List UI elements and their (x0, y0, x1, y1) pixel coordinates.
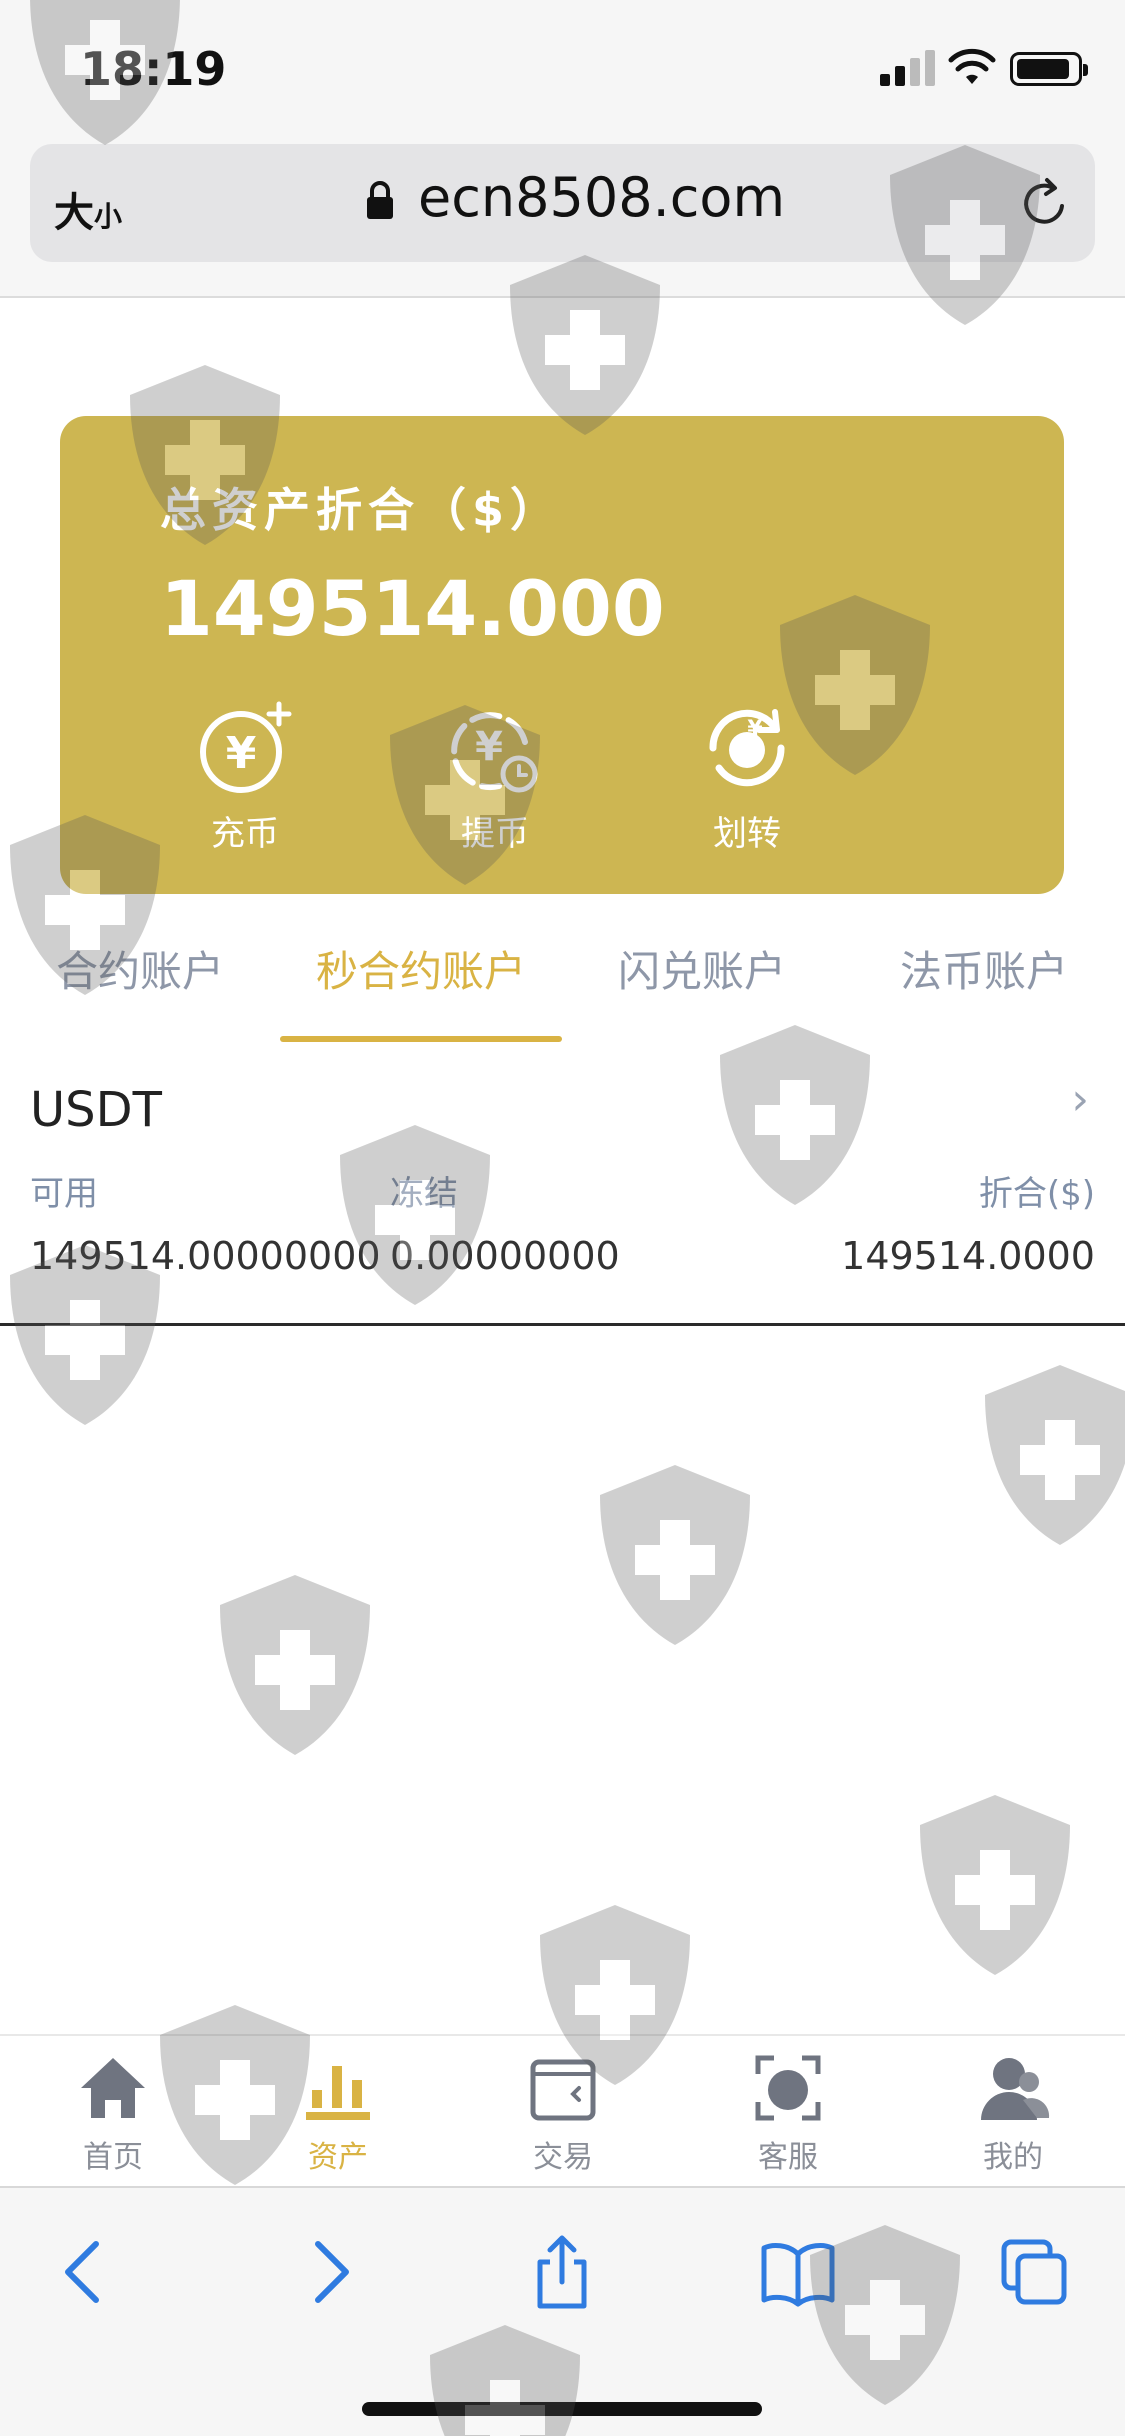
assets-icon (306, 2066, 370, 2120)
home-icon (81, 2058, 145, 2118)
frozen-value: 0.00000000 (390, 1234, 620, 1278)
share-icon[interactable] (522, 2232, 602, 2312)
shield-watermark-icon (600, 1465, 750, 1645)
available-label: 可用 (30, 1174, 98, 1214)
svg-text:¥: ¥ (226, 728, 257, 779)
account-tabs: 合约账户 秒合约账户 闪兑账户 法币账户 (0, 920, 1125, 1045)
total-assets-title: 总资产折合（$） (160, 483, 563, 537)
svg-text:¥: ¥ (747, 717, 763, 742)
status-time: 18:19 (80, 42, 227, 96)
frozen-label: 冻结 (390, 1174, 458, 1214)
battery-icon (1010, 52, 1088, 86)
shield-watermark-icon (985, 1365, 1125, 1545)
tab-fiat-account[interactable]: 法币账户 (900, 938, 1068, 999)
wallet-icon (530, 2059, 596, 2121)
deposit-button[interactable]: ¥ 充币 (180, 698, 310, 855)
reload-icon[interactable] (1015, 172, 1075, 232)
nav-assets[interactable]: 资产 (258, 2048, 418, 2176)
svg-text:¥: ¥ (475, 724, 503, 770)
tab-contract-account[interactable]: 合约账户 (56, 938, 224, 999)
tabs-icon[interactable] (994, 2232, 1074, 2312)
bookmarks-icon[interactable] (758, 2232, 838, 2312)
total-assets-value: 149514.000 (160, 564, 665, 653)
equivalent-label: 折合($) (978, 1174, 1095, 1214)
equivalent-value: 149514.0000 (841, 1234, 1095, 1278)
total-assets-card: 总资产折合（$） 149514.000 ¥ 充币 ¥ 提币 ¥ 划转 (60, 416, 1064, 894)
chevron-right-icon[interactable]: › (1071, 1074, 1089, 1125)
wifi-icon (948, 48, 996, 84)
address-bar[interactable]: 大小 ecn8508.com (30, 144, 1095, 262)
nav-profile[interactable]: 我的 (933, 2048, 1093, 2176)
text-size-button[interactable]: 大小 (54, 180, 122, 238)
withdraw-icon: ¥ (451, 712, 538, 793)
url-text[interactable]: ecn8508.com (418, 166, 785, 229)
transfer-button[interactable]: ¥ 划转 (682, 698, 812, 855)
coin-row-usdt[interactable]: USDT › 可用 冻结 折合($) 149514.00000000 0.000… (0, 1044, 1125, 1326)
lock-icon (367, 181, 393, 219)
coin-name: USDT (30, 1082, 162, 1138)
profile-icon (981, 2058, 1050, 2120)
back-icon[interactable] (46, 2232, 126, 2312)
shield-watermark-icon (920, 1795, 1070, 1975)
deposit-icon: ¥ (200, 701, 292, 793)
browser-address-area: 大小 ecn8508.com (0, 130, 1125, 298)
nav-support[interactable]: 客服 (708, 2048, 868, 2176)
available-value: 149514.00000000 (30, 1234, 381, 1278)
home-indicator (362, 2402, 762, 2416)
status-bar: 18:19 (0, 0, 1125, 130)
support-icon (755, 2055, 821, 2121)
browser-toolbar (0, 2186, 1125, 2436)
nav-home[interactable]: 首页 (33, 2048, 193, 2176)
tab-flash-exchange-account[interactable]: 闪兑账户 (618, 938, 786, 999)
transfer-icon: ¥ (709, 709, 785, 787)
nav-trade[interactable]: 交易 (483, 2048, 643, 2176)
signal-icon (880, 50, 936, 86)
bottom-nav: 首页 资产 交易 客服 我的 (0, 2034, 1125, 2186)
forward-icon[interactable] (288, 2232, 368, 2312)
withdraw-button[interactable]: ¥ 提币 (430, 698, 560, 855)
shield-watermark-icon (220, 1575, 370, 1755)
active-tab-indicator (280, 1036, 562, 1042)
tab-second-contract-account[interactable]: 秒合约账户 (316, 938, 526, 999)
